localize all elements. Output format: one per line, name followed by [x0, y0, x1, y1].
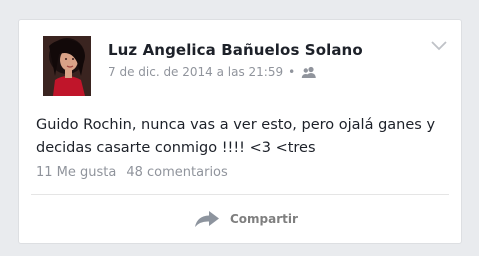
- divider: [31, 194, 449, 195]
- post-body: Guido Rochin, nunca vas a ver esto, pero…: [36, 117, 436, 156]
- share-button[interactable]: Compartir: [194, 210, 298, 228]
- post-card: Luz Angelica Bañuelos Solano 7 de dic. d…: [18, 19, 462, 244]
- share-arrow-icon: [195, 211, 219, 227]
- chevron-down-icon[interactable]: [431, 40, 447, 52]
- meta-separator: •: [288, 65, 296, 79]
- post-timestamp[interactable]: 7 de dic. de 2014 a las 21:59: [108, 65, 283, 79]
- likes-count[interactable]: 11 Me gusta: [36, 165, 116, 180]
- friends-icon[interactable]: [301, 66, 317, 78]
- post-meta: 7 de dic. de 2014 a las 21:59 •: [108, 65, 317, 79]
- post-stats: 11 Me gusta 48 comentarios: [36, 165, 228, 180]
- avatar-photo: [43, 36, 91, 96]
- avatar[interactable]: [43, 36, 91, 96]
- share-label: Compartir: [230, 212, 298, 226]
- comments-count[interactable]: 48 comentarios: [126, 165, 227, 180]
- author-name[interactable]: Luz Angelica Bañuelos Solano: [108, 41, 363, 59]
